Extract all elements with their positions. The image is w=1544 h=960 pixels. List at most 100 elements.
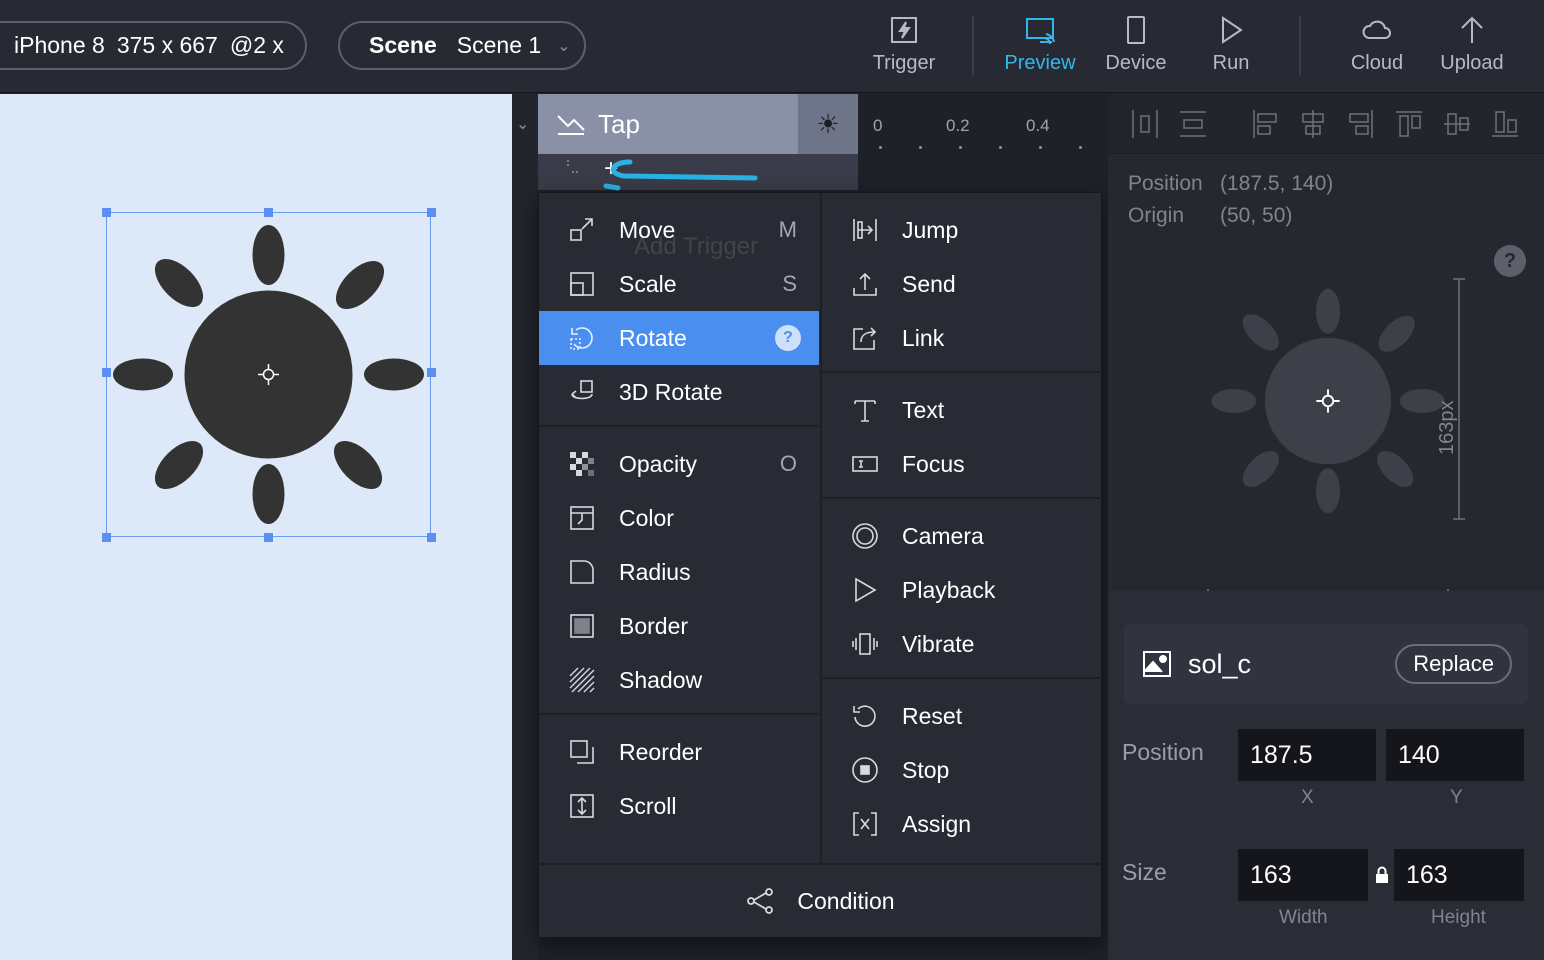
- condition-button[interactable]: Condition: [539, 863, 1101, 937]
- menu-item-camera[interactable]: Camera: [822, 509, 1102, 563]
- menu-item-jump[interactable]: Jump: [822, 203, 1102, 257]
- menu-item-vibrate[interactable]: Vibrate: [822, 617, 1102, 671]
- height-field[interactable]: 163: [1394, 849, 1524, 901]
- menu-item-send[interactable]: Send: [822, 257, 1102, 311]
- position-x-field[interactable]: 187.5: [1238, 729, 1376, 781]
- position-y-field[interactable]: 140: [1386, 729, 1524, 781]
- menu-item-scroll[interactable]: Scroll: [539, 779, 819, 833]
- width-field[interactable]: 163: [1238, 849, 1368, 901]
- position-row-label: Position: [1122, 739, 1204, 765]
- ruler-tick: 0: [873, 116, 883, 135]
- menu-item-scale[interactable]: Scale S: [539, 257, 819, 311]
- shortcut-key: S: [782, 271, 797, 296]
- menu-item-assign[interactable]: Assign: [822, 797, 1102, 851]
- selection-box: [106, 212, 431, 537]
- trigger-label: Trigger: [872, 52, 936, 74]
- replace-button[interactable]: Replace: [1395, 644, 1512, 684]
- menu-item-opacity[interactable]: Opacity O: [539, 437, 819, 491]
- resize-handle[interactable]: [264, 208, 273, 217]
- tap-gesture-icon: [557, 115, 585, 135]
- resize-handle[interactable]: [427, 533, 436, 542]
- design-canvas[interactable]: [0, 94, 512, 960]
- width-label: Width: [1279, 907, 1328, 928]
- chevron-down-icon[interactable]: ⌄: [516, 114, 529, 134]
- menu-item-label: Text: [902, 396, 945, 423]
- align-center-horizontal-icon[interactable]: [1298, 108, 1328, 140]
- help-icon[interactable]: ?: [775, 325, 801, 351]
- align-middle-icon[interactable]: [1442, 108, 1472, 140]
- size-row-label: Size: [1122, 859, 1167, 885]
- menu-item-shadow[interactable]: Shadow: [539, 653, 819, 707]
- layer-sun-icon[interactable]: ☀: [798, 94, 858, 154]
- menu-item-text[interactable]: Text: [822, 383, 1102, 437]
- menu-item-reorder[interactable]: Reorder: [539, 725, 819, 779]
- add-trigger-row[interactable]: +: [538, 154, 858, 191]
- trigger-button[interactable]: Trigger: [849, 14, 959, 80]
- menu-item-3d-rotate[interactable]: 3D Rotate: [539, 365, 819, 419]
- border-icon: [567, 611, 597, 641]
- device-name: iPhone 8: [14, 32, 105, 58]
- menu-item-color[interactable]: Color: [539, 491, 819, 545]
- menu-item-move[interactable]: Move M: [539, 203, 819, 257]
- menu-item-label: Camera: [902, 522, 984, 549]
- resize-handle[interactable]: [102, 533, 111, 542]
- playback-icon: [850, 575, 880, 605]
- menu-item-label: Color: [619, 504, 674, 531]
- reset-icon: [850, 701, 880, 731]
- resize-handle[interactable]: [427, 368, 436, 377]
- resize-handle[interactable]: [264, 533, 273, 542]
- inspector-panel: Position (187.5, 140) Origin (50, 50) ?: [1108, 94, 1544, 960]
- distribute-vertical-icon[interactable]: [1178, 108, 1208, 140]
- opacity-icon: [567, 449, 597, 479]
- cloud-button[interactable]: Cloud: [1322, 14, 1432, 80]
- run-button[interactable]: Run: [1176, 14, 1286, 80]
- menu-item-stop[interactable]: Stop: [822, 743, 1102, 797]
- tree-branch-icon: [567, 160, 578, 173]
- menu-item-focus[interactable]: Focus: [822, 437, 1102, 491]
- menu-item-label: Focus: [902, 450, 965, 477]
- menu-item-label: Scale: [619, 270, 677, 297]
- menu-item-reset[interactable]: Reset: [822, 689, 1102, 743]
- chevron-down-icon: ⌄: [557, 37, 571, 55]
- timeline-ruler[interactable]: 0 0.2 0.4: [858, 94, 1108, 154]
- resize-handle[interactable]: [427, 208, 436, 217]
- upload-button[interactable]: Upload: [1417, 14, 1527, 80]
- collapse-gutter[interactable]: ⌄: [512, 94, 538, 960]
- scene-selector[interactable]: Scene Scene 1 ⌄: [338, 21, 586, 70]
- run-label: Run: [1212, 52, 1250, 74]
- menu-item-border[interactable]: Border: [539, 599, 819, 653]
- align-right-icon[interactable]: [1346, 108, 1376, 140]
- asset-card: sol_c Replace: [1124, 624, 1528, 704]
- resize-handle[interactable]: [102, 368, 111, 377]
- menu-item-label: Vibrate: [902, 630, 975, 657]
- align-left-icon[interactable]: [1250, 108, 1280, 140]
- resize-handle[interactable]: [102, 208, 111, 217]
- menu-item-playback[interactable]: Playback: [822, 563, 1102, 617]
- menu-item-link[interactable]: Link: [822, 311, 1102, 365]
- preview-icon: [1026, 18, 1055, 45]
- device-selector[interactable]: iPhone 8 375 x 667 @2 x: [0, 21, 307, 70]
- image-icon: [1143, 651, 1171, 677]
- stop-icon: [850, 755, 880, 785]
- align-top-icon[interactable]: [1394, 108, 1424, 140]
- preview-button[interactable]: Preview: [985, 14, 1095, 80]
- lock-icon[interactable]: [1375, 866, 1389, 884]
- device-scale: @2 x: [229, 32, 284, 58]
- device-label: Device: [1105, 52, 1167, 74]
- align-bottom-icon[interactable]: [1490, 108, 1520, 140]
- ruler-dot: [959, 146, 962, 149]
- menu-item-radius[interactable]: Radius: [539, 545, 819, 599]
- origin-readout: (50, 50): [1220, 204, 1293, 227]
- device-icon: [1127, 16, 1145, 44]
- device-resolution: 375 x 667: [116, 32, 218, 58]
- menu-item-label: Opacity: [619, 450, 697, 477]
- menu-item-label: Reorder: [619, 738, 703, 765]
- device-button[interactable]: Device: [1081, 14, 1191, 80]
- cloud-label: Cloud: [1350, 52, 1404, 74]
- trigger-row-tap[interactable]: Tap ☀: [538, 94, 858, 154]
- menu-item-label: Reset: [902, 702, 963, 729]
- menu-item-rotate[interactable]: Rotate ?: [539, 311, 819, 365]
- help-icon[interactable]: ?: [1494, 245, 1526, 277]
- reorder-icon: [567, 737, 597, 767]
- distribute-horizontal-icon[interactable]: [1130, 108, 1160, 140]
